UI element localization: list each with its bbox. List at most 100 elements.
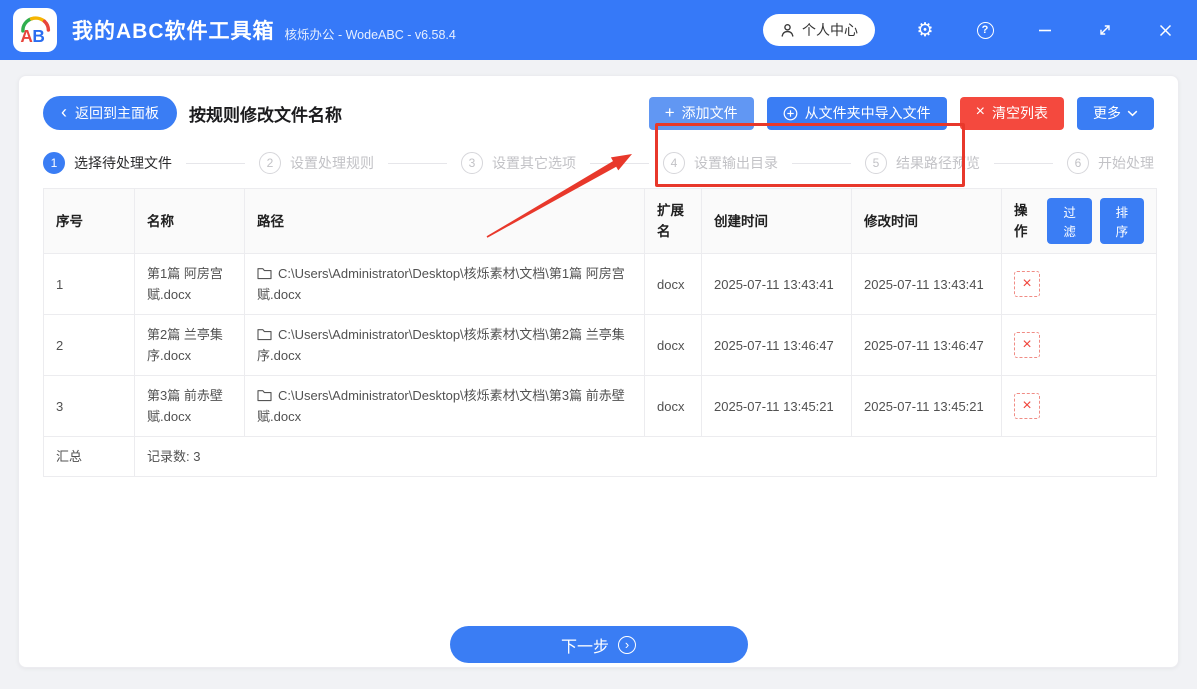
cell-modified: 2025-07-11 13:43:41: [851, 253, 1002, 315]
clear-list-label: 清空列表: [992, 105, 1048, 121]
page-title: 按规则修改文件名称: [189, 105, 342, 125]
step-number: 4: [663, 152, 685, 174]
back-to-dashboard-button[interactable]: ‹ 返回到主面板: [43, 96, 177, 130]
cell-name: 第3篇 前赤壁赋.docx: [134, 375, 245, 437]
cell-ext: docx: [644, 253, 702, 315]
step-connector: [186, 162, 245, 164]
step-indicator: 1 选择待处理文件 2 设置处理规则 3 设置其它选项 4 设置输出目录 5 结…: [43, 152, 1154, 174]
more-label: 更多: [1093, 105, 1121, 121]
help-button[interactable]: ?: [975, 19, 995, 41]
summary-label: 汇总: [43, 436, 135, 477]
summary-value: 记录数: 3: [134, 436, 1157, 477]
cell-ext: docx: [644, 314, 702, 376]
cell-ext: docx: [644, 375, 702, 437]
cell-index: 3: [43, 375, 135, 437]
step-label: 选择待处理文件: [74, 155, 172, 171]
cell-path: C:\Users\Administrator\Desktop\核烁素材\文档\第…: [244, 314, 645, 376]
step-item[interactable]: 6 开始处理: [1067, 152, 1154, 174]
header-modified: 修改时间: [851, 188, 1002, 254]
step-connector: [388, 162, 447, 164]
table-row: 1 第1篇 阿房宫赋.docx C:\Users\Administrator\D…: [43, 253, 1157, 315]
step-number: 5: [865, 152, 887, 174]
cell-modified: 2025-07-11 13:46:47: [851, 314, 1002, 376]
svg-text:A: A: [20, 26, 33, 46]
table-header-row: 序号 名称 路径 扩展名 创建时间 修改时间 操作 过滤 排序: [43, 188, 1157, 254]
delete-x-icon: ×: [1022, 397, 1032, 414]
step-connector: [792, 162, 851, 164]
import-from-folder-label: 从文件夹中导入文件: [804, 105, 931, 121]
content-area: ‹ 返回到主面板 按规则修改文件名称 + 添加文件 从文件夹中导入文件 × 清空…: [0, 60, 1197, 689]
app-title: 我的ABC软件工具箱: [72, 20, 275, 43]
cell-actions: ×: [1001, 314, 1157, 376]
toolbar: ‹ 返回到主面板 按规则修改文件名称 + 添加文件 从文件夹中导入文件 × 清空…: [43, 96, 1154, 130]
step-connector: [590, 162, 649, 164]
cell-modified: 2025-07-11 13:45:21: [851, 375, 1002, 437]
minimize-icon: [1039, 29, 1051, 32]
cell-created: 2025-07-11 13:43:41: [701, 253, 852, 315]
cell-name: 第2篇 兰亭集序.docx: [134, 314, 245, 376]
clear-list-button[interactable]: × 清空列表: [959, 96, 1064, 130]
folder-icon: [257, 390, 272, 402]
header-index: 序号: [43, 188, 135, 254]
step-label: 设置其它选项: [492, 155, 576, 171]
cell-actions: ×: [1001, 253, 1157, 315]
circle-arrow-right-icon: ›: [618, 635, 636, 654]
step-item[interactable]: 3 设置其它选项: [461, 152, 576, 174]
cell-created: 2025-07-11 13:45:21: [701, 375, 852, 437]
header-actions: 操作: [1014, 203, 1028, 239]
minimize-button[interactable]: [1035, 19, 1055, 41]
step-number: 2: [259, 152, 281, 174]
x-icon: ×: [975, 103, 985, 120]
delete-row-button[interactable]: ×: [1014, 271, 1040, 297]
folder-icon: [257, 268, 272, 280]
header-ext: 扩展名: [644, 188, 702, 254]
file-table: 序号 名称 路径 扩展名 创建时间 修改时间 操作 过滤 排序 1 第1篇 阿房…: [43, 188, 1157, 477]
user-center-button[interactable]: 个人中心: [763, 14, 875, 46]
cell-index: 2: [43, 314, 135, 376]
import-from-folder-button[interactable]: 从文件夹中导入文件: [766, 96, 947, 130]
more-button[interactable]: 更多: [1077, 96, 1154, 130]
filter-button[interactable]: 过滤: [1047, 198, 1092, 244]
header-name: 名称: [134, 188, 245, 254]
svg-text:B: B: [32, 26, 44, 46]
add-files-label: 添加文件: [681, 105, 738, 121]
app-logo-icon: A B: [13, 8, 57, 52]
cell-created: 2025-07-11 13:46:47: [701, 314, 852, 376]
table-row: 3 第3篇 前赤壁赋.docx C:\Users\Administrator\D…: [43, 375, 1157, 437]
step-connector: [994, 162, 1053, 164]
cell-path: C:\Users\Administrator\Desktop\核烁素材\文档\第…: [244, 253, 645, 315]
circle-plus-icon: [783, 106, 798, 120]
cell-actions: ×: [1001, 375, 1157, 437]
settings-button[interactable]: ⚙: [915, 19, 935, 41]
next-step-button[interactable]: 下一步 ›: [449, 626, 748, 663]
header-path: 路径: [244, 188, 645, 254]
step-label: 结果路径预览: [896, 155, 980, 171]
step-item[interactable]: 1 选择待处理文件: [43, 152, 172, 174]
step-item[interactable]: 5 结果路径预览: [865, 152, 980, 174]
delete-row-button[interactable]: ×: [1014, 332, 1040, 358]
table-row: 2 第2篇 兰亭集序.docx C:\Users\Administrator\D…: [43, 314, 1157, 376]
sort-button[interactable]: 排序: [1099, 198, 1144, 244]
app-subtitle: 核烁办公 - WodeABC - v6.58.4: [284, 28, 456, 42]
delete-x-icon: ×: [1022, 275, 1032, 292]
cell-index: 1: [43, 253, 135, 315]
user-center-label: 个人中心: [802, 22, 858, 38]
cell-path: C:\Users\Administrator\Desktop\核烁素材\文档\第…: [244, 375, 645, 437]
plus-icon: +: [664, 102, 675, 122]
step-number: 6: [1067, 152, 1089, 174]
step-number: 3: [461, 152, 483, 174]
step-item[interactable]: 2 设置处理规则: [259, 152, 374, 174]
step-number: 1: [43, 152, 65, 174]
step-item[interactable]: 4 设置输出目录: [663, 152, 778, 174]
step-label: 开始处理: [1098, 155, 1154, 171]
cell-name: 第1篇 阿房宫赋.docx: [134, 253, 245, 315]
step-label: 设置处理规则: [290, 155, 374, 171]
maximize-button[interactable]: [1095, 19, 1115, 41]
next-step-label: 下一步: [560, 638, 609, 656]
person-icon: [781, 23, 794, 37]
delete-row-button[interactable]: ×: [1014, 393, 1040, 419]
header-created: 创建时间: [701, 188, 852, 254]
add-files-button[interactable]: + 添加文件: [648, 96, 754, 130]
close-button[interactable]: [1155, 19, 1175, 41]
folder-icon: [257, 329, 272, 341]
